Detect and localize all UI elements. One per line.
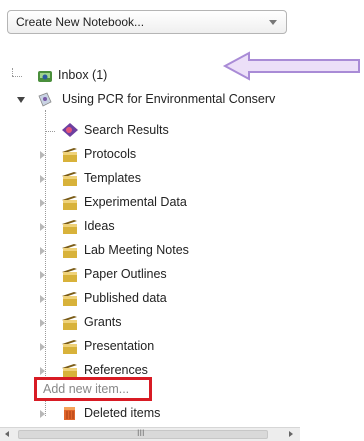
folder-icon — [62, 340, 77, 354]
tree-item-folder[interactable]: Published data — [0, 289, 364, 309]
folder-icon — [62, 244, 77, 258]
folder-icon — [62, 220, 77, 234]
expand-toggle-icon[interactable] — [40, 151, 45, 159]
tree-item-label: Published data — [84, 291, 167, 305]
tree-item-inbox[interactable]: Inbox (1) — [0, 66, 364, 86]
tree-item-deleted[interactable]: Deleted items — [0, 404, 364, 424]
tree-item-label: Search Results — [84, 123, 169, 137]
folder-icon — [62, 268, 77, 282]
tree-item-label: Experimental Data — [84, 195, 187, 209]
tree-item-folder[interactable]: Templates — [0, 169, 364, 189]
tree-item-label: References — [84, 363, 148, 377]
folder-icon — [62, 196, 77, 210]
folder-icon — [62, 316, 77, 330]
tree-item-label: Deleted items — [84, 406, 161, 420]
tree-item-folder[interactable]: Experimental Data — [0, 193, 364, 213]
inbox-icon — [38, 71, 52, 82]
trash-icon — [64, 407, 75, 420]
tree-item-search-results[interactable]: Search Results — [0, 121, 364, 141]
tree-item-folder[interactable]: Paper Outlines — [0, 265, 364, 285]
folder-icon — [62, 148, 77, 162]
search-results-icon — [62, 123, 78, 137]
add-new-item-placeholder: Add new item... — [43, 382, 130, 396]
tree-item-folder[interactable]: Grants — [0, 313, 364, 333]
expand-toggle-icon[interactable] — [40, 295, 45, 303]
folder-icon — [62, 172, 77, 186]
horizontal-scrollbar[interactable]: III — [0, 427, 300, 441]
tree-item-label: Inbox (1) — [58, 68, 108, 82]
tree-item-label: Protocols — [84, 147, 137, 161]
tree-item-folder[interactable]: Lab Meeting Notes — [0, 241, 364, 261]
tree-item-label: Using PCR for Environmental Conserv — [62, 92, 276, 106]
folder-icon — [62, 292, 77, 306]
tree-item-folder[interactable]: Protocols — [0, 145, 364, 165]
tree-item-folder[interactable]: Presentation — [0, 337, 364, 357]
notebook-tree: Inbox (1) Using PCR for Environmental Co… — [0, 0, 364, 441]
scrollbar-thumb[interactable]: III — [18, 428, 268, 439]
scrollbar-grip: III — [137, 428, 145, 438]
tree-item-notebook[interactable]: Using PCR for Environmental Conserv — [0, 90, 364, 110]
expand-toggle-icon[interactable] — [40, 343, 45, 351]
expand-toggle-icon[interactable] — [40, 175, 45, 183]
expand-toggle-icon[interactable] — [40, 271, 45, 279]
expand-toggle-icon[interactable] — [40, 199, 45, 207]
tree-item-label: Grants — [84, 315, 122, 329]
tree-item-label: Templates — [84, 171, 141, 185]
expand-toggle-icon[interactable] — [40, 410, 45, 418]
tree-item-label: Paper Outlines — [84, 267, 167, 281]
expand-toggle-icon[interactable] — [40, 223, 45, 231]
scroll-left-icon[interactable] — [5, 431, 9, 437]
collapse-toggle-icon[interactable] — [17, 97, 25, 103]
tree-item-label: Presentation — [84, 339, 155, 353]
expand-toggle-icon[interactable] — [40, 247, 45, 255]
expand-toggle-icon[interactable] — [40, 367, 45, 375]
scroll-right-icon[interactable] — [289, 431, 293, 437]
expand-toggle-icon[interactable] — [40, 319, 45, 327]
notebook-icon — [38, 92, 52, 107]
tree-item-label: Ideas — [84, 219, 115, 233]
tree-item-label: Lab Meeting Notes — [84, 243, 189, 257]
add-new-item-input[interactable]: Add new item... — [34, 377, 152, 401]
tree-item-folder[interactable]: Ideas — [0, 217, 364, 237]
